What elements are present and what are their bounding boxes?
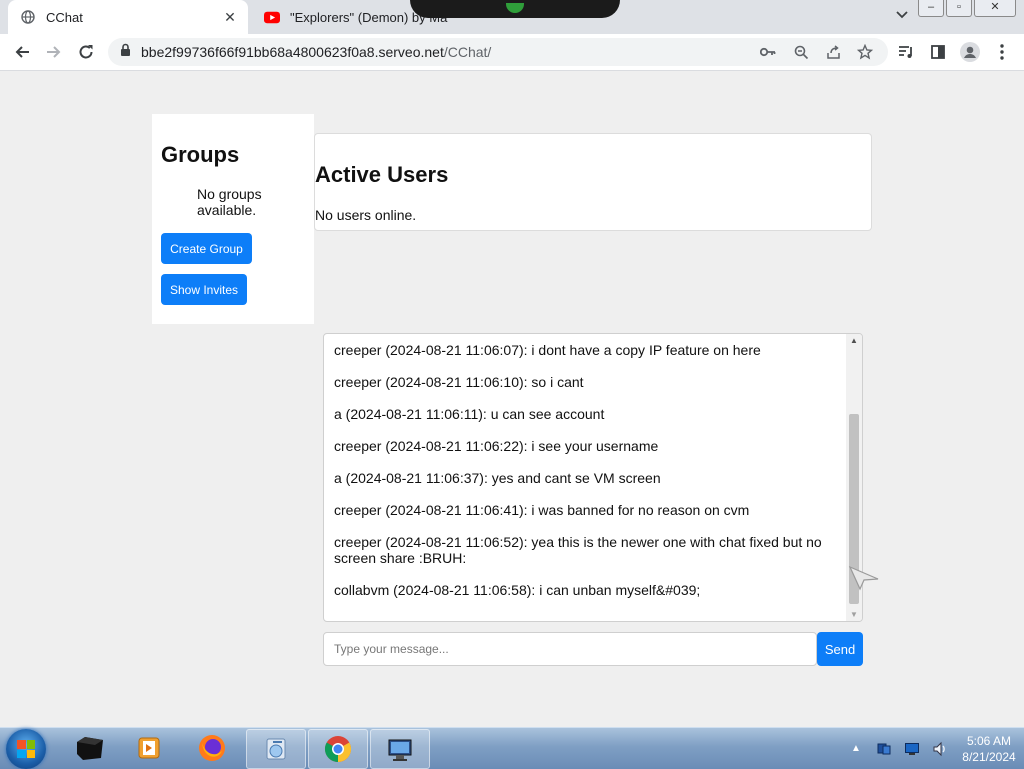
chat-message: creeper (2024-08-21 11:06:07): i dont ha… (334, 342, 761, 358)
scroll-down-arrow-icon[interactable]: ▼ (846, 610, 862, 619)
address-bar[interactable]: bbe2f99736f66f91bb68a4800623f0a8.serveo.… (108, 38, 888, 66)
tab-cchat[interactable]: CChat ✕ (8, 0, 248, 34)
close-tab-icon[interactable]: ✕ (222, 9, 238, 26)
reading-list-icon[interactable] (894, 40, 918, 64)
chat-messages-box[interactable]: creeper (2024-08-21 11:06:07): i dont ha… (323, 333, 863, 622)
camera-indicator (506, 3, 524, 13)
send-button[interactable]: Send (817, 632, 863, 666)
taskbar-media-player-icon[interactable] (120, 729, 178, 767)
back-arrow-icon[interactable] (10, 40, 34, 64)
network-icon[interactable] (876, 741, 892, 757)
url-path: /CChat/ (443, 44, 492, 60)
show-hidden-icons-chevron-icon[interactable]: ▲ (848, 741, 864, 757)
youtube-icon (264, 9, 280, 25)
taskbar-firefox-icon[interactable] (183, 729, 241, 767)
lock-icon[interactable] (120, 43, 131, 61)
side-panel-icon[interactable] (926, 40, 950, 64)
active-users-heading: Active Users (315, 162, 449, 187)
menu-kebab-icon[interactable] (990, 40, 1014, 64)
windows-logo-icon (17, 740, 35, 758)
key-icon[interactable] (758, 42, 778, 62)
share-icon[interactable] (823, 42, 843, 62)
tab-title: CChat (46, 9, 83, 25)
message-input[interactable] (323, 632, 817, 666)
mouse-pointer-icon (848, 565, 880, 596)
message-list: creeper (2024-08-21 11:06:07): i dont ha… (334, 342, 839, 614)
window-controls: – ▫ ✕ (918, 0, 1016, 17)
reload-icon[interactable] (74, 40, 98, 64)
chat-message: a (2024-08-21 11:06:11): u can see accou… (334, 406, 605, 422)
minimize-button[interactable]: – (918, 0, 944, 17)
chat-message: creeper (2024-08-21 11:06:52): yea this … (334, 534, 822, 566)
taskbar-remote-desktop-icon[interactable] (370, 729, 430, 769)
clock[interactable]: 5:06 AM 8/21/2024 (954, 733, 1024, 765)
url-text: bbe2f99736f66f91bb68a4800623f0a8.serveo.… (141, 44, 491, 60)
chat-message: collabvm (2024-08-21 11:06:58): i can un… (334, 582, 701, 598)
url-host: bbe2f99736f66f91bb68a4800623f0a8.serveo.… (141, 44, 444, 60)
scroll-up-arrow-icon[interactable]: ▲ (846, 336, 862, 345)
browser-toolbar: bbe2f99736f66f91bb68a4800623f0a8.serveo.… (0, 34, 1024, 71)
clock-time: 5:06 AM (966, 733, 1012, 748)
display-icon[interactable] (904, 741, 920, 757)
clock-date: 8/21/2024 (962, 749, 1016, 764)
start-button[interactable] (6, 729, 46, 769)
taskbar-cmd-icon[interactable] (60, 729, 118, 767)
bookmark-star-icon[interactable] (855, 42, 875, 62)
chat-message: creeper (2024-08-21 11:06:22): i see you… (334, 438, 659, 454)
taskbar-control-panel-icon[interactable] (246, 729, 306, 769)
groups-panel: Groups No groups available. Create Group… (152, 114, 314, 324)
groups-heading: Groups (161, 142, 240, 167)
active-users-panel: Active Users No users online. (314, 133, 872, 231)
camera-overlay (410, 0, 620, 18)
tab-strip: CChat ✕ "Explorers" (Demon) by Ma – ▫ ✕ (0, 0, 1024, 34)
chat-message: creeper (2024-08-21 11:06:10): so i cant (334, 374, 584, 390)
chat-message: a (2024-08-21 11:06:37): yes and cant se… (334, 470, 661, 486)
forward-arrow-icon[interactable] (42, 40, 66, 64)
maximize-button[interactable]: ▫ (946, 0, 972, 17)
window-close-button[interactable]: ✕ (974, 0, 1016, 17)
show-invites-button[interactable]: Show Invites (161, 274, 247, 305)
profile-avatar-icon[interactable] (958, 40, 982, 64)
create-group-button[interactable]: Create Group (161, 233, 252, 264)
taskbar-chrome-icon[interactable] (308, 729, 368, 769)
no-groups-text: No groups available. (197, 186, 262, 218)
taskbar: ▲ 5:06 AM 8/21/2024 (0, 727, 1024, 769)
page-content: Groups No groups available. Create Group… (0, 71, 1024, 727)
system-tray: ▲ 5:06 AM 8/21/2024 (842, 728, 1024, 769)
zoom-icon[interactable] (791, 42, 811, 62)
globe-icon (20, 9, 36, 25)
no-users-text: No users online. (315, 207, 417, 223)
tab-search-chevron-icon[interactable] (896, 8, 908, 22)
chat-message: creeper (2024-08-21 11:06:41): i was ban… (334, 502, 750, 518)
volume-icon[interactable] (932, 741, 948, 757)
